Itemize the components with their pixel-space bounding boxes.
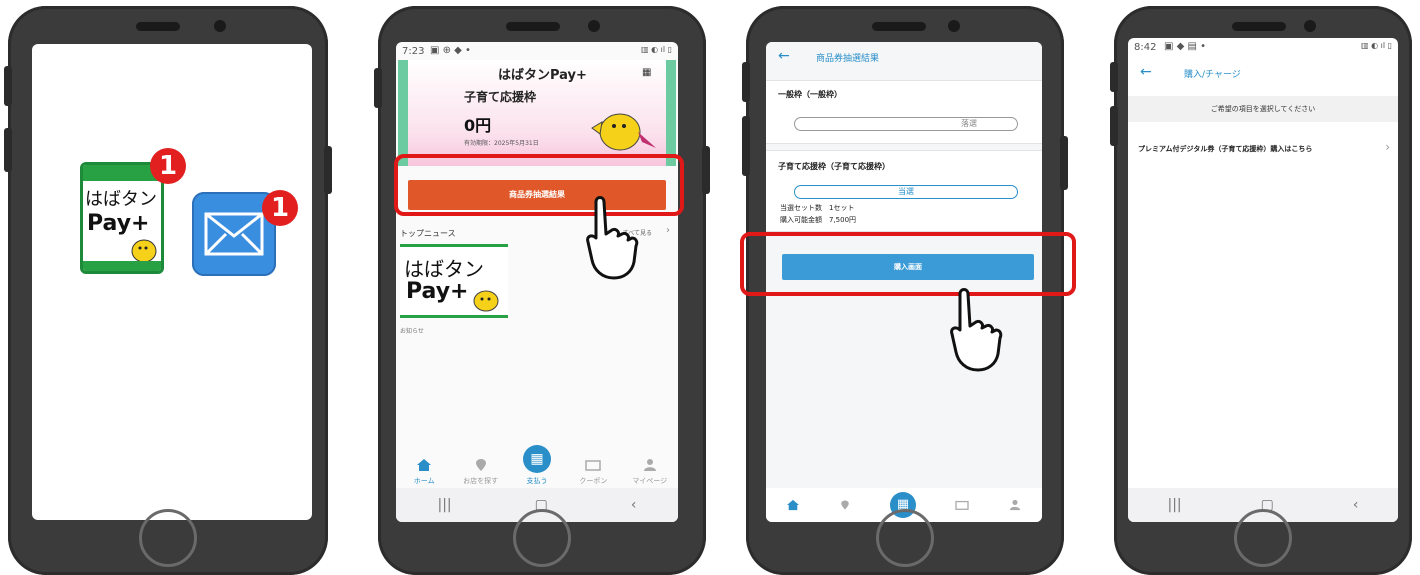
qr-menu-icon[interactable]: ▦ — [642, 68, 652, 78]
chevron-right-icon: › — [1385, 140, 1390, 154]
mail-notification-badge: 1 — [262, 190, 298, 226]
pointing-hand-icon — [950, 288, 1003, 372]
home-button[interactable] — [513, 509, 571, 567]
card-brand: はばタンPay+ — [498, 68, 587, 83]
balance-card[interactable]: はばタンPay+ ▦ 子育て応援枠 0円 有効期限：2025年5月31日 — [398, 60, 676, 166]
bird-mascot-icon — [473, 290, 499, 312]
back-nav-icon[interactable]: ‹ — [631, 497, 637, 513]
general-title: 一般枠（一般枠） — [778, 90, 842, 99]
home-icon — [417, 459, 432, 471]
winning-sets: 当選セット数 1セット — [780, 204, 855, 212]
news-banner-label-2: Pay+ — [406, 279, 469, 304]
card-balance: 0円 — [464, 116, 492, 135]
phone-1: はばタン Pay+ 1 1 — [4, 6, 332, 575]
coupon-icon — [585, 460, 602, 471]
location-pin-icon — [475, 459, 486, 471]
bird-mascot-icon — [591, 113, 656, 151]
habatan-pay-app-icon[interactable]: はばタン Pay+ — [80, 162, 164, 274]
screen-title: 商品券抽選結果 — [816, 54, 880, 64]
status-time: 8:42 — [1134, 42, 1157, 53]
user-icon[interactable] — [1008, 499, 1022, 511]
status-time: 7:23 — [402, 46, 425, 57]
tab-home[interactable]: ホーム — [399, 458, 449, 486]
tab-find-stores[interactable]: お店を探す — [456, 458, 506, 486]
home-icon[interactable] — [786, 499, 800, 511]
app-header: ← 商品券抽選結果 — [766, 42, 1042, 72]
tab-coupons[interactable]: クーポン — [568, 458, 618, 486]
card-frame-label: 子育て応援枠 — [464, 90, 537, 104]
tab-mypage[interactable]: マイページ — [625, 458, 675, 486]
purchase-charge-screen: 8:42 ▣ ◆ ▤ • ▥ ◐ ıl ▯ ← 購入/チャージ ご希望の項目を選… — [1128, 38, 1398, 522]
child-title: 子育て応援枠（子育て応援枠） — [778, 162, 890, 171]
purchasable-amount: 購入可能金額 7,500円 — [780, 216, 857, 224]
home-button[interactable] — [139, 509, 197, 567]
app-icon-label-1: はばタン — [85, 189, 157, 210]
recent-apps-icon[interactable]: ||| — [438, 497, 452, 513]
instruction-bar: ご希望の項目を選択してください — [1128, 96, 1398, 122]
purchase-option-label: プレミアム付デジタル券（子育て応援枠）購入はこちら — [1138, 145, 1313, 153]
back-arrow-icon[interactable]: ← — [1140, 64, 1152, 80]
news-banner[interactable]: はばタン Pay+ — [400, 244, 508, 318]
location-pin-icon[interactable] — [839, 499, 851, 511]
bottom-tab-bar: ホーム お店を探す ▦ 支払う クーポン マイページ — [396, 442, 678, 486]
status-bar: 8:42 ▣ ◆ ▤ • ▥ ◐ ıl ▯ — [1134, 41, 1392, 53]
tab-label: 支払う — [526, 477, 548, 485]
news-caption: お知らせ — [400, 328, 424, 335]
card-expiry: 有効期限：2025年5月31日 — [464, 140, 539, 147]
app-notification-badge: 1 — [150, 148, 186, 184]
screen-title: 購入/チャージ — [1184, 70, 1241, 80]
status-bar: 7:23 ▣ ⊕ ◆ • ▥ ◐ ıl ▯ — [402, 45, 672, 57]
tab-label: クーポン — [579, 477, 608, 485]
app-icon-label-2: Pay+ — [87, 211, 150, 236]
home-screen: はばタン Pay+ 1 1 — [32, 44, 312, 520]
purchase-option-row[interactable]: プレミアム付デジタル券（子育て応援枠）購入はこちら › — [1128, 136, 1398, 164]
home-button[interactable] — [1234, 509, 1292, 567]
back-arrow-icon[interactable]: ← — [778, 48, 790, 64]
phone-4: 8:42 ▣ ◆ ▤ • ▥ ◐ ıl ▯ ← 購入/チャージ ご希望の項目を選… — [1110, 6, 1412, 575]
chevron-right-icon[interactable]: › — [666, 225, 670, 236]
child-result-pill: 当選 — [794, 185, 1018, 199]
news-section-title: トップニュース — [400, 229, 456, 238]
user-icon — [643, 459, 656, 471]
app-header: ← 購入/チャージ — [1128, 58, 1398, 88]
tab-label: マイページ — [632, 477, 668, 485]
general-section: 一般枠（一般枠） 落選 — [766, 80, 1042, 144]
phone-3: ← 商品券抽選結果 一般枠（一般枠） 落選 子育て応援枠（子育て応援枠） 当選 … — [740, 6, 1076, 575]
back-nav-icon[interactable]: ‹ — [1353, 497, 1359, 513]
qr-code-icon: ▦ — [522, 445, 551, 473]
tab-pay[interactable]: ▦ 支払う — [512, 445, 562, 486]
child-section: 子育て応援枠（子育て応援枠） 当選 当選セット数 1セット 購入可能金額 7,5… — [766, 150, 1042, 232]
highlight-box — [740, 232, 1076, 296]
coupon-icon[interactable] — [955, 499, 969, 511]
home-button[interactable] — [876, 509, 934, 567]
tab-label: お店を探す — [463, 477, 499, 485]
phone-2: 7:23 ▣ ⊕ ◆ • ▥ ◐ ıl ▯ はばタンPay+ ▦ 子育て応援枠 … — [374, 6, 710, 575]
recent-apps-icon[interactable]: ||| — [1168, 497, 1182, 513]
pointing-hand-icon — [586, 196, 639, 280]
general-result-pill: 落選 — [794, 117, 1018, 131]
news-banner-label-1: はばタン — [404, 257, 484, 281]
tab-label: ホーム — [413, 477, 435, 485]
envelope-icon — [204, 212, 264, 256]
